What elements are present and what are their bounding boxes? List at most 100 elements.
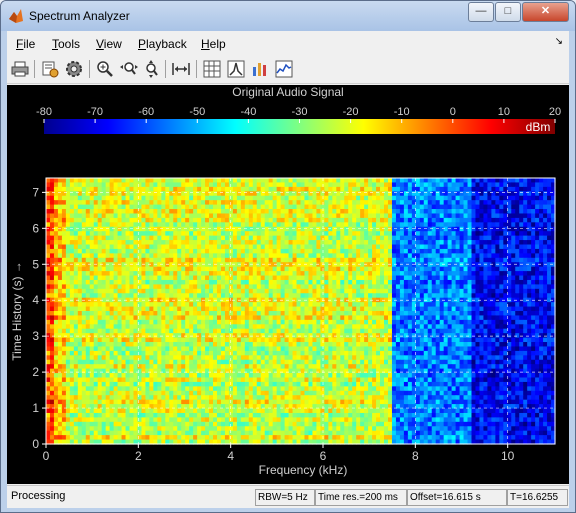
heatmap-cell (399, 337, 405, 343)
heatmap-cell (312, 337, 318, 343)
heatmap-cell (344, 178, 349, 184)
heatmap-cell (149, 328, 154, 334)
signal-icon[interactable] (274, 59, 294, 79)
heatmap-cell (105, 217, 111, 223)
bar-chart-icon[interactable] (250, 59, 270, 79)
heatmap-cell (193, 231, 198, 237)
minimize-button[interactable]: — (468, 2, 494, 22)
heatmap-cell (499, 182, 504, 188)
heatmap-cell (85, 235, 91, 241)
heatmap-cell (395, 288, 401, 294)
heatmap-cell (515, 315, 520, 321)
heatmap-cell (423, 182, 429, 188)
heatmap-cell (451, 257, 457, 263)
heatmap-cell (352, 204, 357, 210)
heatmap-cell (399, 248, 405, 254)
heatmap-cell (252, 315, 258, 321)
heatmap-cell (491, 217, 496, 223)
heatmap-cell (352, 209, 357, 215)
title-bar[interactable]: Spectrum Analyzer — □ ✕ (1, 1, 575, 31)
heatmap-cell (368, 200, 373, 206)
heatmap-cell (292, 200, 298, 206)
heatmap-cell (165, 346, 170, 352)
heatmap-cell (125, 306, 131, 312)
run-settings-icon[interactable] (40, 59, 60, 79)
heatmap-cell (121, 248, 127, 254)
heatmap-cell (364, 333, 369, 339)
scale-axes-icon[interactable] (171, 59, 191, 79)
heatmap-cell (352, 240, 357, 246)
menu-playback[interactable]: Playback (138, 37, 187, 51)
heatmap-cell (475, 311, 481, 317)
heatmap-cell (296, 235, 302, 241)
heatmap-cell (535, 279, 540, 285)
heatmap-cell (447, 333, 453, 339)
heatmap-cell (113, 288, 119, 294)
heatmap-cell (189, 271, 194, 277)
heatmap-cell (93, 217, 99, 223)
maximize-button[interactable]: □ (495, 2, 521, 22)
heatmap-cell (308, 346, 314, 352)
heatmap-cell (495, 342, 500, 348)
heatmap-cell (213, 337, 218, 343)
heatmap-cell (411, 262, 417, 268)
menu-tools[interactable]: Tools (52, 37, 80, 51)
close-button[interactable]: ✕ (522, 2, 569, 22)
heatmap-cell (53, 204, 59, 210)
heatmap-cell (133, 284, 139, 290)
gear-icon[interactable] (64, 59, 84, 79)
heatmap-cell (232, 275, 238, 281)
peak-icon[interactable] (226, 59, 246, 79)
zoom-y-icon[interactable] (141, 59, 161, 79)
heatmap-cell (213, 271, 218, 277)
heatmap-cell (372, 178, 377, 184)
heatmap-cell (53, 302, 59, 308)
zoom-in-icon[interactable] (95, 59, 115, 79)
heatmap-cell (228, 275, 234, 281)
heatmap-cell (101, 288, 107, 294)
heatmap-cell (332, 328, 337, 334)
heatmap-cell (463, 231, 469, 237)
heatmap-cell (427, 302, 433, 308)
heatmap-cell (491, 306, 496, 312)
heatmap-cell (193, 204, 198, 210)
dock-arrow-icon[interactable]: ↘ (555, 36, 563, 47)
menu-help[interactable]: Help (201, 37, 226, 51)
heatmap-cell (395, 315, 401, 321)
menu-view[interactable]: View (96, 37, 122, 51)
heatmap-cell (372, 248, 377, 254)
heatmap-cell (527, 209, 532, 215)
heatmap-cell (177, 195, 182, 201)
menu-file[interactable]: File (16, 37, 35, 51)
heatmap-cell (57, 333, 63, 339)
heatmap-cell (423, 328, 429, 334)
heatmap-cell (479, 195, 485, 201)
heatmap-cell (97, 271, 103, 277)
heatmap-cell (372, 271, 377, 277)
heatmap-cell (455, 262, 461, 268)
heatmap-cell (268, 222, 274, 228)
heatmap-cell (415, 253, 421, 259)
heatmap-cell (348, 262, 353, 268)
heatmap-cell (328, 178, 333, 184)
heatmap-cell (427, 248, 433, 254)
heatmap-cell (487, 324, 492, 330)
heatmap-cell (97, 266, 103, 272)
heatmap-cell (201, 315, 206, 321)
heatmap-cell (368, 222, 373, 228)
spectrogram-icon[interactable] (202, 59, 222, 79)
zoom-x-icon[interactable] (119, 59, 139, 79)
heatmap-cell (332, 213, 337, 219)
heatmap-cell (201, 248, 206, 254)
heatmap-cell (61, 240, 67, 246)
heatmap-cell (324, 271, 329, 277)
heatmap-cell (93, 293, 99, 299)
heatmap-cell (439, 266, 445, 272)
heatmap-cell (419, 293, 425, 299)
plot-area: Original Audio Signal -80 -70 -60 -50 -40 -30… (7, 85, 569, 484)
print-icon[interactable] (10, 59, 30, 79)
heatmap-cell (117, 248, 123, 254)
heatmap-cell (328, 226, 333, 232)
heatmap-cell (340, 248, 345, 254)
heatmap-cell (161, 182, 166, 188)
